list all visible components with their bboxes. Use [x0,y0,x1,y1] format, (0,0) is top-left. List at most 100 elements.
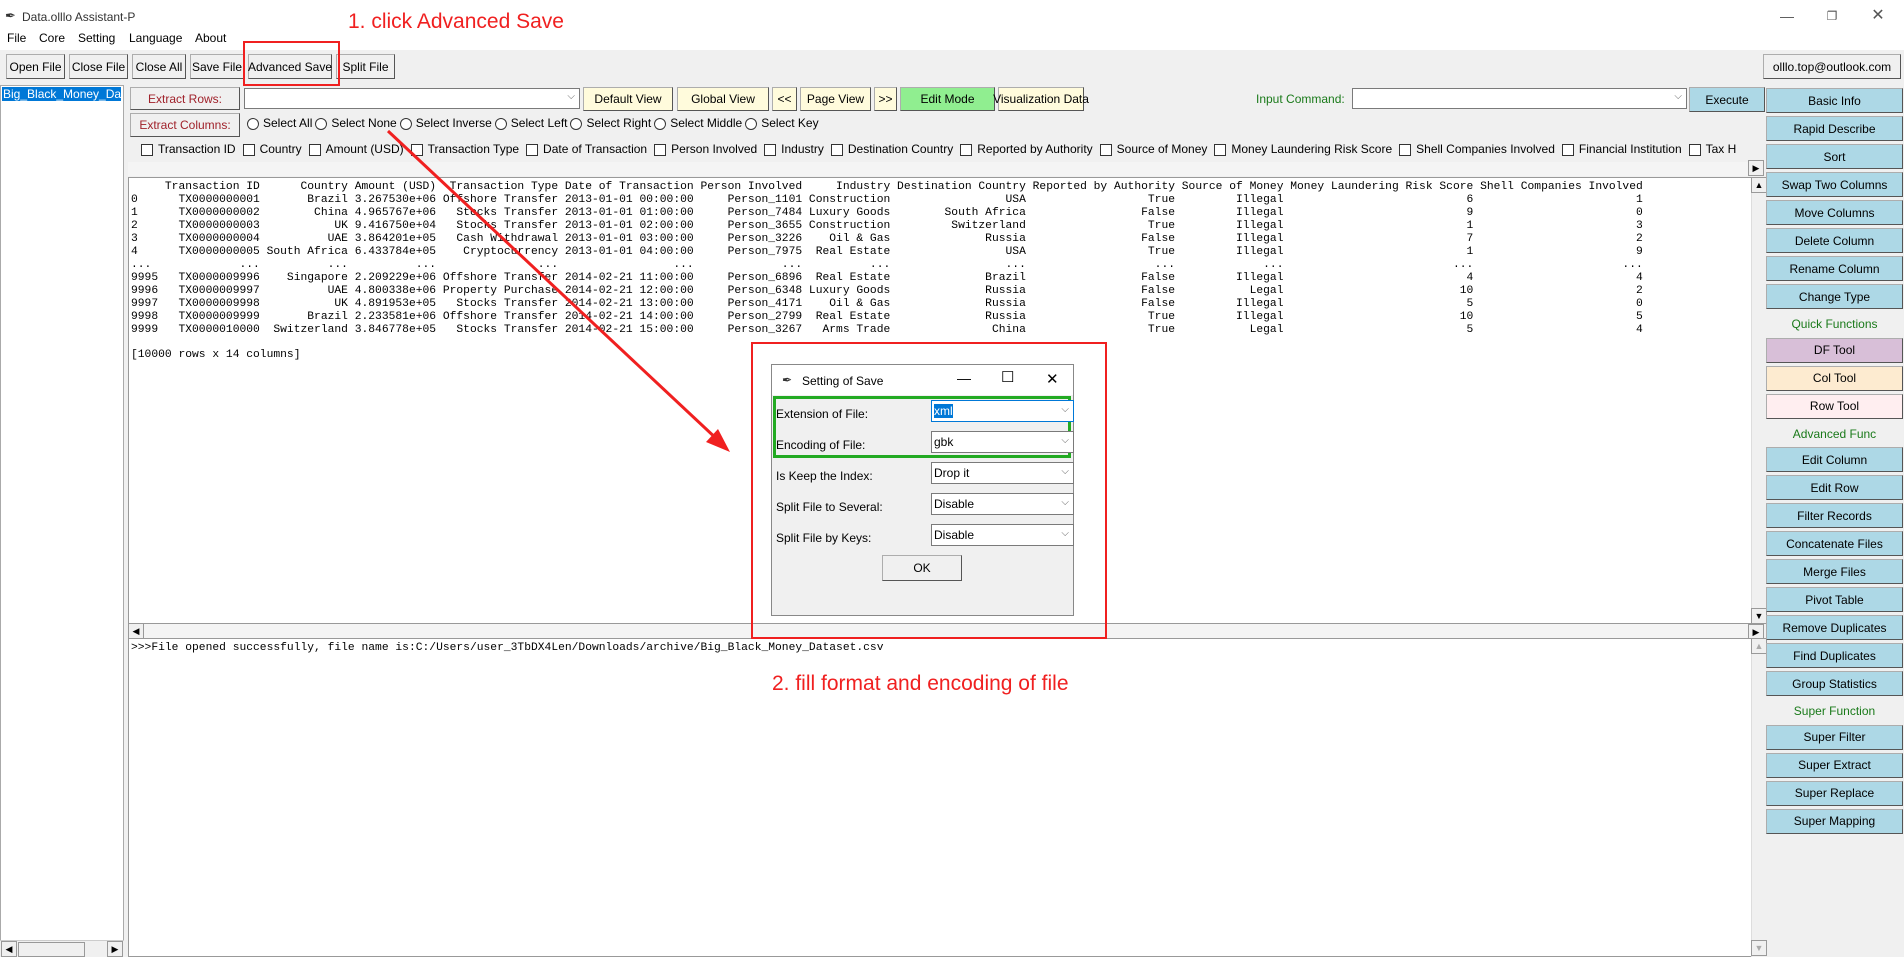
radio-select-key[interactable]: Select Key [742,116,819,130]
split-keys-combo[interactable]: Disable ⌵ [931,524,1074,546]
menu-file[interactable]: File [7,31,26,45]
scroll-right-icon[interactable]: ▶ [107,941,123,957]
column-checkbox[interactable]: Financial Institution [1555,142,1682,156]
data-vscrollbar[interactable]: ▲ ▼ [1751,177,1767,624]
visualization-data-button[interactable]: Visualization Data [993,87,1089,111]
radio-select-right[interactable]: Select Right [567,116,651,130]
column-checkbox[interactable]: Tax H [1682,142,1736,156]
side-button-basic-info[interactable]: Basic Info [1766,88,1903,113]
side-button-move-columns[interactable]: Move Columns [1766,200,1903,225]
default-view-button[interactable]: Default View [583,87,673,111]
menu-core[interactable]: Core [39,31,65,45]
column-checkbox[interactable]: Industry [757,142,824,156]
radio-select-all[interactable]: Select All [244,116,312,130]
ok-button[interactable]: OK [882,555,962,581]
close-file-button[interactable]: Close File [69,54,128,79]
checkbox-icon [654,143,667,156]
column-checkbox[interactable]: Country [236,142,302,156]
split-several-combo[interactable]: Disable ⌵ [931,493,1074,515]
side-button-group-statistics[interactable]: Group Statistics [1766,671,1903,696]
radio-select-inverse[interactable]: Select Inverse [397,116,492,130]
side-button-filter-records[interactable]: Filter Records [1766,503,1903,528]
checkbox-label: Industry [781,142,824,156]
table-top-scrollbar[interactable] [128,162,1752,176]
split-file-button[interactable]: Split File [336,54,395,79]
side-button-rename-column[interactable]: Rename Column [1766,256,1903,281]
extract-rows-combo[interactable]: ⌵ [244,88,580,109]
side-button-super-filter[interactable]: Super Filter [1766,724,1903,750]
restore-icon[interactable]: ❐ [1822,6,1842,26]
column-checkbox[interactable]: Shell Companies Involved [1392,142,1555,156]
checkbox-label: Country [259,142,302,156]
radio-select-middle[interactable]: Select Middle [651,116,742,130]
save-file-button[interactable]: Save File [190,54,244,79]
scroll-up-icon[interactable]: ▲ [1751,177,1767,193]
side-button-rapid-describe[interactable]: Rapid Describe [1766,116,1903,141]
column-checkbox[interactable]: Person Involved [647,142,757,156]
encoding-label: Encoding of File: [776,438,866,452]
next-page-button[interactable]: >> [874,87,897,111]
scroll-right-icon[interactable]: ▶ [1748,160,1764,176]
execute-button[interactable]: Execute [1689,87,1765,112]
side-button-df-tool[interactable]: DF Tool [1766,337,1903,363]
side-button-sort[interactable]: Sort [1766,144,1903,169]
side-button-merge-files[interactable]: Merge Files [1766,559,1903,584]
column-checkbox[interactable]: Amount (USD) [302,142,404,156]
side-button-row-tool[interactable]: Row Tool [1766,393,1903,419]
input-command-combo[interactable]: ⌵ [1352,88,1687,109]
account-button[interactable]: olllo.top@outlook.com [1763,54,1901,79]
minimize-icon[interactable]: — [957,370,971,386]
prev-page-button[interactable]: << [772,87,797,111]
extension-combo[interactable]: xml ⌵ [931,400,1074,422]
column-checkbox[interactable]: Destination Country [824,142,953,156]
side-button-change-type[interactable]: Change Type [1766,284,1903,309]
side-button-delete-column[interactable]: Delete Column [1766,228,1903,253]
log-vscrollbar[interactable]: ▲ ▼ [1751,638,1767,957]
minimize-icon[interactable]: — [1777,6,1797,26]
side-button-remove-duplicates[interactable]: Remove Duplicates [1766,615,1903,640]
radio-select-none[interactable]: Select None [312,116,397,130]
close-icon[interactable]: ✕ [1868,6,1888,26]
column-checkbox[interactable]: Transaction Type [404,142,519,156]
side-button-super-mapping[interactable]: Super Mapping [1766,808,1903,834]
checkbox-label: Transaction ID [158,142,236,156]
edit-mode-button[interactable]: Edit Mode [900,87,995,111]
column-checkbox[interactable]: Source of Money [1093,142,1207,156]
side-button-swap-two-columns[interactable]: Swap Two Columns [1766,172,1903,197]
column-checkbox[interactable]: Reported by Authority [953,142,1093,156]
column-checkbox[interactable]: Transaction ID [134,142,236,156]
scroll-up-icon[interactable]: ▲ [1751,638,1767,654]
scroll-down-icon[interactable]: ▼ [1751,608,1767,624]
global-view-button[interactable]: Global View [677,87,769,111]
close-all-button[interactable]: Close All [132,54,186,79]
scroll-left-icon[interactable]: ◀ [1,941,17,957]
scroll-thumb[interactable] [18,942,85,957]
maximize-icon[interactable]: ☐ [1001,368,1014,386]
radio-select-left[interactable]: Select Left [492,116,567,130]
side-button-find-duplicates[interactable]: Find Duplicates [1766,643,1903,668]
scroll-down-icon[interactable]: ▼ [1751,940,1767,956]
scroll-left-icon[interactable]: ◀ [128,623,144,639]
side-button-col-tool[interactable]: Col Tool [1766,365,1903,391]
side-button-concatenate-files[interactable]: Concatenate Files [1766,531,1903,556]
file-list-item[interactable]: Big_Black_Money_Data [2,87,121,101]
column-checkbox[interactable]: Money Laundering Risk Score [1207,142,1392,156]
encoding-combo[interactable]: gbk ⌵ [931,431,1074,453]
menu-setting[interactable]: Setting [78,31,115,45]
side-button-super-replace[interactable]: Super Replace [1766,780,1903,806]
extract-columns-button[interactable]: Extract Columns: [130,113,240,137]
keep-index-combo[interactable]: Drop it ⌵ [931,462,1074,484]
extract-rows-button[interactable]: Extract Rows: [130,87,240,110]
split-several-label: Split File to Several: [776,500,883,514]
open-file-button[interactable]: Open File [6,54,65,79]
side-button-super-extract[interactable]: Super Extract [1766,752,1903,778]
file-list-hscrollbar[interactable]: ◀ ▶ [0,940,124,957]
side-button-edit-row[interactable]: Edit Row [1766,475,1903,500]
page-view-button[interactable]: Page View [800,87,871,111]
menu-about[interactable]: About [195,31,226,45]
side-button-edit-column[interactable]: Edit Column [1766,447,1903,472]
menu-language[interactable]: Language [129,31,182,45]
close-icon[interactable]: ✕ [1046,370,1059,388]
column-checkbox[interactable]: Date of Transaction [519,142,647,156]
side-button-pivot-table[interactable]: Pivot Table [1766,587,1903,612]
